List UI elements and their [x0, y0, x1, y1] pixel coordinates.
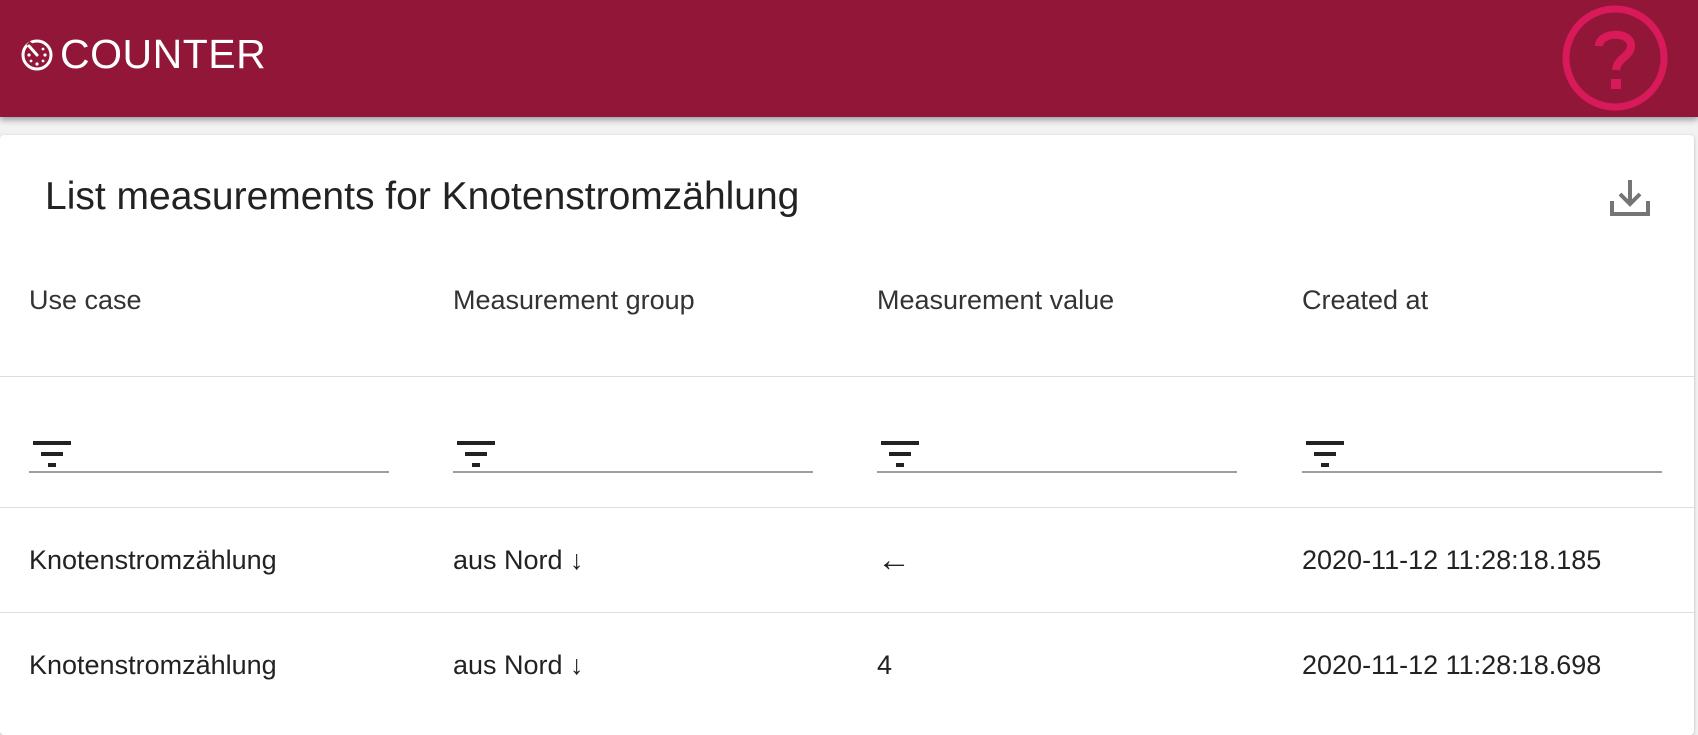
help-circle-icon — [1561, 4, 1669, 112]
column-header-created-at[interactable]: Created at — [1302, 285, 1428, 316]
brand[interactable]: COUNTER — [18, 30, 266, 78]
download-button[interactable] — [1608, 175, 1652, 219]
filter-icon — [33, 441, 71, 467]
cell-created-at: 2020-11-12 11:28:18.698 — [1302, 650, 1602, 680]
timer-icon — [18, 35, 56, 73]
app-title: COUNTER — [60, 31, 267, 77]
cell-measurement-value: ← — [877, 541, 911, 579]
cell-measurement-group: aus Nord ↓ — [453, 650, 584, 680]
filter-icon — [1306, 441, 1344, 467]
help-button[interactable] — [1561, 4, 1669, 112]
filter-measurement-group[interactable] — [453, 417, 813, 473]
filter-created-at[interactable] — [1302, 417, 1662, 473]
filter-icon — [457, 441, 495, 467]
cell-use-case: Knotenstromzählung — [29, 545, 277, 575]
filter-icon — [881, 441, 919, 467]
filter-created-at-input[interactable] — [1352, 427, 1656, 469]
filter-measurement-value[interactable] — [877, 417, 1237, 473]
filter-measurement-group-input[interactable] — [503, 427, 807, 469]
table-row[interactable]: Knotenstromzählung aus Nord ↓ 4 2020-11-… — [0, 613, 1694, 717]
filter-use-case-input[interactable] — [79, 427, 383, 469]
cell-measurement-group: aus Nord ↓ — [453, 545, 584, 575]
app-header: COUNTER — [0, 0, 1698, 117]
filter-use-case[interactable] — [29, 417, 389, 473]
table-row[interactable]: Knotenstromzählung aus Nord ↓ ← 2020-11-… — [0, 508, 1694, 612]
header-divider — [0, 376, 1694, 377]
column-header-measurement-value[interactable]: Measurement value — [877, 285, 1114, 316]
page-title: List measurements for Knotenstromzählung — [45, 175, 800, 218]
cell-created-at: 2020-11-12 11:28:18.185 — [1302, 545, 1602, 575]
cell-measurement-value: 4 — [877, 650, 893, 680]
measurements-card: List measurements for Knotenstromzählung… — [0, 135, 1694, 735]
table-header-row: Use case Measurement group Measurement v… — [0, 285, 1694, 315]
filter-row — [0, 417, 1694, 477]
cell-use-case: Knotenstromzählung — [29, 650, 277, 680]
column-header-measurement-group[interactable]: Measurement group — [453, 285, 695, 316]
column-header-use-case[interactable]: Use case — [29, 285, 142, 316]
download-icon — [1608, 175, 1652, 219]
filter-measurement-value-input[interactable] — [927, 427, 1231, 469]
